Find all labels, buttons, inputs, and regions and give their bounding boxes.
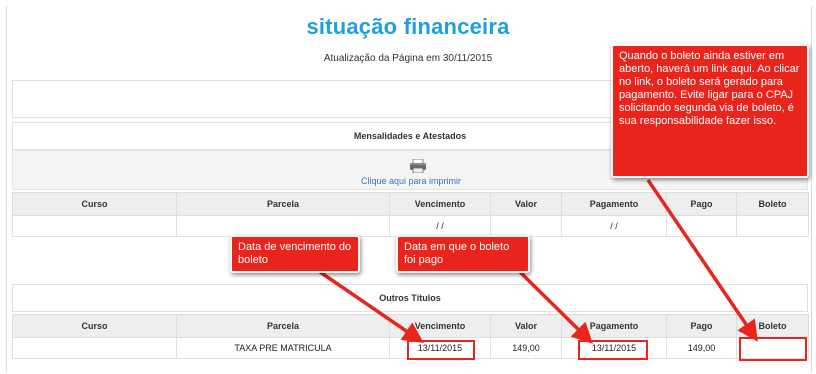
callout-boleto-note: Quando o boleto ainda estiver em aberto,… xyxy=(611,44,809,178)
arrow-boleto xyxy=(646,179,758,342)
arrow-pagamento xyxy=(518,270,593,344)
callout-pagamento-note: Data em que o boleto foi pago xyxy=(396,235,530,273)
callout-vencimento-note: Data de vencimento do boleto xyxy=(230,235,360,273)
arrow-vencimento xyxy=(319,270,424,343)
